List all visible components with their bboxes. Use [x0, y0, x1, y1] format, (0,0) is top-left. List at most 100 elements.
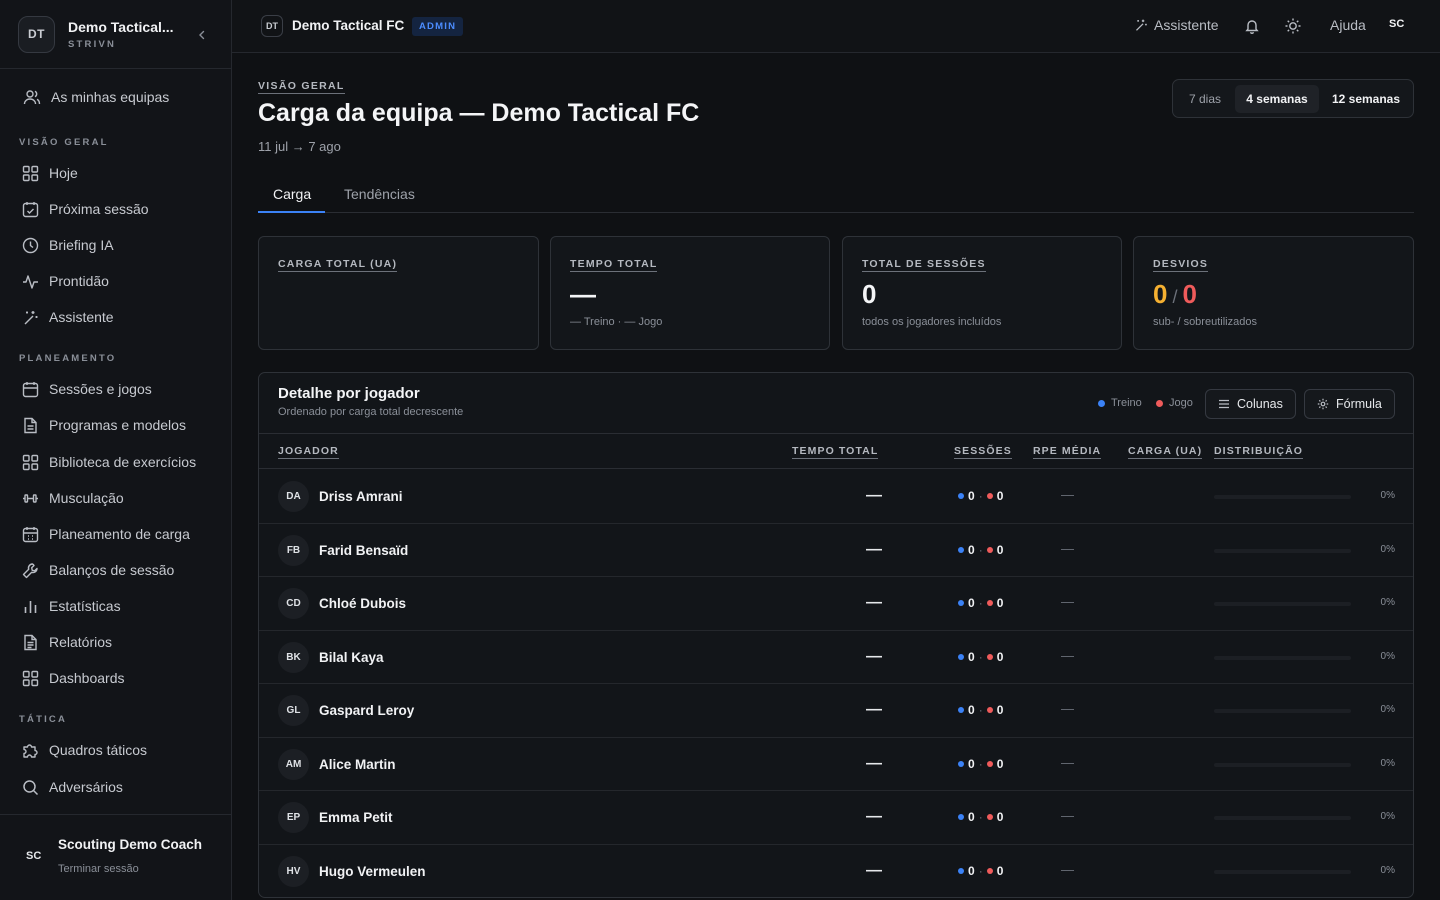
- table-row[interactable]: GL Gaspard Leroy — 0 · 0 — 0%: [259, 684, 1413, 738]
- player-total-time: —: [866, 754, 882, 772]
- sidebar-item-ai-briefing[interactable]: Briefing IA: [20, 233, 114, 257]
- sidebar-item-label: Balanços de sessão: [49, 562, 175, 578]
- team-logo: DT: [18, 15, 55, 53]
- sidebar-item-readiness[interactable]: Prontidão: [20, 269, 109, 293]
- player-name[interactable]: Chloé Dubois: [319, 596, 406, 611]
- active-tab-indicator: [258, 211, 325, 213]
- table-row[interactable]: DA Driss Amrani — 0 · 0 — 0%: [259, 470, 1413, 524]
- user-avatar[interactable]: SC: [1389, 18, 1404, 30]
- period-4-weeks[interactable]: 4 semanas: [1235, 85, 1319, 113]
- player-rpe: —: [1061, 540, 1074, 556]
- match-dot: [986, 707, 993, 713]
- tab-load[interactable]: Carga: [273, 186, 311, 202]
- sidebar-item-assistant[interactable]: Assistente: [20, 305, 114, 329]
- player-name[interactable]: Hugo Vermeulen: [319, 864, 426, 879]
- training-dot: [958, 653, 964, 660]
- column-distribution[interactable]: DISTRIBUIÇÃO: [1214, 445, 1304, 459]
- player-avatar: HV: [278, 855, 309, 887]
- assistant-button[interactable]: Assistente: [1134, 17, 1219, 33]
- sidebar-item-exercise-library[interactable]: Biblioteca de exercícios: [20, 450, 196, 474]
- overused-count: 0: [1182, 279, 1197, 309]
- sidebar-item-programs-templates[interactable]: Programas e modelos: [20, 413, 186, 437]
- kpi-value: 0: [862, 279, 877, 309]
- sun-icon[interactable]: [1284, 17, 1302, 35]
- column-rpe[interactable]: RPE MÉDIA: [1033, 445, 1102, 459]
- player-sessions: 0 · 0: [958, 650, 1003, 664]
- player-avatar: AM: [278, 748, 309, 780]
- tab-trends[interactable]: Tendências: [344, 186, 415, 202]
- calendar-icon: [20, 379, 40, 399]
- column-load[interactable]: CARGA (UA): [1128, 445, 1203, 459]
- player-name[interactable]: Bilal Kaya: [319, 650, 384, 665]
- kpi-deviation-values: 0 / 0: [1153, 279, 1197, 310]
- sidebar-item-today[interactable]: Hoje: [20, 161, 78, 185]
- period-7-days[interactable]: 7 dias: [1178, 85, 1232, 113]
- kpi-subtext: — Treino · — Jogo: [570, 316, 663, 328]
- sidebar-item-sessions-games[interactable]: Sessões e jogos: [20, 377, 152, 401]
- separator: ·: [978, 756, 983, 771]
- sidebar-item-opponents[interactable]: Adversários: [20, 775, 123, 799]
- player-name[interactable]: Alice Martin: [319, 757, 396, 772]
- calendar-check-icon: [20, 199, 40, 219]
- sidebar-item-dashboards[interactable]: Dashboards: [20, 666, 125, 690]
- match-count: 0: [996, 703, 1004, 717]
- kpi-label: TOTAL DE SESSÕES: [862, 258, 986, 272]
- sidebar-item-session-reviews[interactable]: Balanços de sessão: [20, 558, 174, 582]
- player-sessions: 0 · 0: [958, 489, 1003, 503]
- sidebar-item-reports[interactable]: Relatórios: [20, 630, 112, 654]
- kpi-value: —: [570, 279, 596, 309]
- separator: ·: [978, 542, 983, 557]
- help-link[interactable]: Ajuda: [1330, 17, 1366, 33]
- table-row[interactable]: FB Farid Bensaïd — 0 · 0 — 0%: [259, 524, 1413, 577]
- separator: ·: [978, 649, 983, 664]
- training-count: 0: [968, 649, 975, 664]
- table-row[interactable]: BK Bilal Kaya — 0 · 0 — 0%: [259, 631, 1413, 684]
- sidebar-item-statistics[interactable]: Estatísticas: [20, 594, 121, 618]
- assistant-label: Assistente: [1154, 17, 1219, 33]
- bar-chart-icon: [20, 596, 40, 616]
- training-dot: [958, 707, 964, 713]
- player-name[interactable]: Driss Amrani: [319, 489, 403, 504]
- player-avatar: FB: [278, 534, 309, 566]
- sidebar-item-load-planning[interactable]: Planeamento de carga: [20, 522, 190, 546]
- period-12-weeks[interactable]: 12 semanas: [1323, 85, 1409, 113]
- player-name[interactable]: Farid Bensaïd: [319, 543, 408, 558]
- column-sessions[interactable]: SESSÕES: [954, 445, 1012, 459]
- player-total-time: —: [866, 487, 882, 504]
- player-name[interactable]: Emma Petit: [319, 810, 393, 825]
- sidebar-item-next-session[interactable]: Próxima sessão: [20, 197, 149, 221]
- gear-icon: [1317, 398, 1329, 410]
- legend-match: Jogo: [1156, 397, 1193, 409]
- column-player[interactable]: JOGADOR: [278, 445, 339, 459]
- chevron-left-icon[interactable]: [197, 30, 207, 40]
- table-row[interactable]: HV Hugo Vermeulen — 0 · 0 — 0%: [259, 845, 1413, 898]
- distribution-percent: 0%: [1380, 811, 1395, 822]
- table-row[interactable]: CD Chloé Dubois — 0 · 0 — 0%: [259, 577, 1413, 631]
- kpi-subtext: sub- / sobreutilizados: [1153, 316, 1257, 328]
- kpi-total-sessions: TOTAL DE SESSÕES 0 todos os jogadores in…: [842, 236, 1122, 350]
- user-menu[interactable]: SC Scouting Demo Coach Terminar sessão: [0, 814, 231, 900]
- activity-icon: [20, 271, 40, 291]
- logout-link[interactable]: Terminar sessão: [58, 863, 139, 875]
- column-total-time[interactable]: TEMPO TOTAL: [792, 445, 879, 459]
- match-dot: [986, 493, 993, 499]
- player-total-time: —: [866, 808, 882, 825]
- player-sessions: 0 · 0: [958, 810, 1003, 824]
- sidebar-item-tactical-boards[interactable]: Quadros táticos: [20, 738, 147, 762]
- table-row[interactable]: EP Emma Petit — 0 · 0 — 0%: [259, 791, 1413, 845]
- player-rpe: —: [1061, 594, 1074, 609]
- sidebar-item-strength[interactable]: Musculação: [20, 486, 124, 510]
- distribution-bar: [1214, 869, 1351, 874]
- distribution-percent: 0%: [1380, 490, 1395, 501]
- columns-button[interactable]: Colunas: [1205, 389, 1296, 419]
- formula-button[interactable]: Fórmula: [1304, 389, 1395, 419]
- top-bar: DT Demo Tactical FC ADMIN Assistente Aju…: [232, 0, 1440, 53]
- bell-icon[interactable]: [1244, 18, 1260, 34]
- player-name[interactable]: Gaspard Leroy: [319, 703, 414, 718]
- sidebar-item-label: Estatísticas: [49, 598, 121, 614]
- legend-label: Jogo: [1169, 397, 1193, 409]
- team-switcher[interactable]: DT Demo Tactical... STRIVN: [0, 0, 231, 69]
- sidebar-item-my-teams[interactable]: As minhas equipas: [22, 85, 169, 109]
- table-row[interactable]: AM Alice Martin — 0 · 0 — 0%: [259, 738, 1413, 791]
- distribution-bar: [1214, 762, 1351, 767]
